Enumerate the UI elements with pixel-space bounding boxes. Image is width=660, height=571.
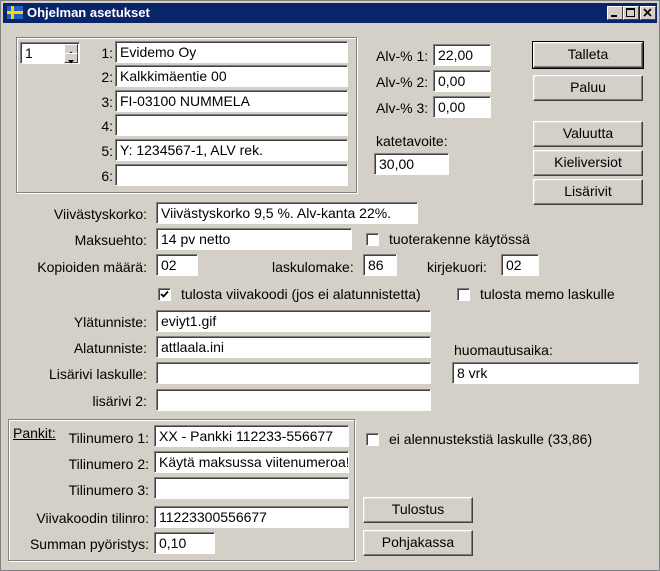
extra-lines-button[interactable]: Lisärivit bbox=[533, 179, 643, 205]
notice-time-input[interactable]: 8 vrk bbox=[452, 362, 639, 384]
company-line-5-num: 5: bbox=[101, 143, 113, 159]
invoice-form-label: laskulomake: bbox=[272, 259, 354, 275]
vat-3-input[interactable]: 0,00 bbox=[433, 96, 491, 118]
save-button[interactable]: Talleta bbox=[532, 41, 644, 69]
extra-line-invoice-input[interactable] bbox=[156, 362, 431, 384]
footer-label: Alatunniste: bbox=[73, 340, 147, 356]
languages-button[interactable]: Kieliversiot bbox=[533, 150, 643, 176]
window-title: Ohjelman asetukset bbox=[27, 5, 150, 20]
footer-input[interactable]: attlaala.ini bbox=[156, 336, 431, 358]
margin-target-input[interactable]: 30,00 bbox=[374, 153, 449, 175]
company-line-1-num: 1: bbox=[101, 45, 113, 61]
envelope-label: kirjekuori: bbox=[427, 259, 487, 275]
extra-line-2-label: lisärivi 2: bbox=[92, 393, 147, 409]
vat-2-label: Alv-% 2: bbox=[376, 74, 429, 90]
company-line-4-num: 4: bbox=[101, 118, 113, 134]
notice-time-label: huomautusaika: bbox=[454, 342, 553, 358]
currency-button[interactable]: Valuutta bbox=[533, 121, 643, 147]
invoice-form-input[interactable]: 86 bbox=[363, 254, 397, 276]
checkmark-icon bbox=[160, 290, 169, 298]
copies-input[interactable]: 02 bbox=[156, 254, 198, 276]
product-structure-checkbox[interactable] bbox=[366, 233, 379, 246]
settings-window: Ohjelman asetukset 1 1: Evidemo Oy 2: Ka… bbox=[0, 0, 660, 571]
vat-1-input[interactable]: 22,00 bbox=[433, 44, 491, 66]
company-spinner[interactable]: 1 bbox=[20, 42, 80, 64]
minimize-icon bbox=[611, 15, 617, 17]
arrow-down-icon bbox=[68, 60, 74, 64]
vat-1-label: Alv-% 1: bbox=[376, 48, 429, 64]
late-interest-label: Viivästyskorko: bbox=[53, 206, 147, 222]
header-input[interactable]: eviyt1.gif bbox=[156, 310, 431, 332]
banks-group-label: Pankit: bbox=[13, 425, 56, 441]
close-button[interactable] bbox=[640, 6, 656, 20]
spinner-down-button[interactable] bbox=[64, 53, 78, 64]
account-2-label: Tilinumero 2: bbox=[68, 456, 149, 472]
print-barcode-checkbox[interactable] bbox=[158, 288, 171, 301]
account-3-label: Tilinumero 3: bbox=[68, 482, 149, 498]
account-1-label: Tilinumero 1: bbox=[68, 430, 149, 446]
company-line-3-num: 3: bbox=[101, 94, 113, 110]
print-button[interactable]: Tulostus bbox=[363, 497, 473, 523]
product-structure-label: tuoterakenne käytössä bbox=[389, 231, 530, 247]
app-icon bbox=[7, 6, 23, 19]
vat-3-label: Alv-% 3: bbox=[376, 100, 429, 116]
company-line-5-input[interactable]: Y: 1234567-1, ALV rek. bbox=[115, 139, 348, 161]
vat-2-input[interactable]: 0,00 bbox=[433, 70, 491, 92]
account-1-input[interactable]: XX - Pankki 112233-556677 bbox=[154, 425, 349, 447]
close-icon bbox=[643, 8, 652, 17]
extra-line-invoice-label: Lisärivi laskulle: bbox=[48, 366, 147, 382]
print-barcode-label: tulosta viivakoodi (jos ei alatunnistett… bbox=[181, 286, 421, 302]
maximize-button[interactable] bbox=[623, 6, 639, 20]
company-line-2-input[interactable]: Kalkkimäentie 00 bbox=[115, 65, 348, 87]
copies-label: Kopioiden määrä: bbox=[37, 259, 147, 275]
maximize-icon bbox=[626, 8, 635, 17]
account-3-input[interactable] bbox=[154, 477, 349, 499]
company-line-4-input[interactable] bbox=[115, 114, 348, 136]
company-line-6-num: 6: bbox=[101, 168, 113, 184]
company-line-6-input[interactable] bbox=[115, 164, 348, 186]
print-memo-checkbox[interactable] bbox=[457, 288, 470, 301]
rounding-label: Summan pyöristys: bbox=[29, 536, 149, 552]
minimize-button[interactable] bbox=[607, 6, 623, 20]
barcode-account-label: Viivakoodin tilinro: bbox=[36, 510, 149, 526]
no-discount-text-label: ei alennustekstiä laskulle (33,86) bbox=[389, 431, 593, 447]
payment-term-input[interactable]: 14 pv netto bbox=[156, 228, 352, 250]
account-2-input[interactable]: Käytä maksussa viitenumeroa! bbox=[154, 451, 349, 473]
extra-line-2-input[interactable] bbox=[156, 389, 431, 411]
company-line-1-input[interactable]: Evidemo Oy bbox=[115, 41, 348, 63]
company-line-2-num: 2: bbox=[101, 69, 113, 85]
company-line-3-input[interactable]: FI-03100 NUMMELA bbox=[115, 90, 348, 112]
template-button[interactable]: Pohjakassa bbox=[363, 530, 473, 556]
barcode-account-input[interactable]: 11223300556677 bbox=[154, 506, 349, 528]
back-button[interactable]: Paluu bbox=[533, 75, 643, 101]
header-label: Ylätunniste: bbox=[73, 314, 147, 330]
no-discount-text-checkbox[interactable] bbox=[366, 433, 379, 446]
print-memo-label: tulosta memo laskulle bbox=[480, 286, 615, 302]
envelope-input[interactable]: 02 bbox=[501, 254, 539, 276]
title-bar: Ohjelman asetukset bbox=[3, 3, 657, 23]
late-interest-input[interactable]: Viivästyskorko 9,5 %. Alv-kanta 22%. bbox=[156, 202, 418, 224]
margin-target-label: katetavoite: bbox=[376, 133, 448, 149]
payment-term-label: Maksuehto: bbox=[74, 232, 147, 248]
rounding-input[interactable]: 0,10 bbox=[154, 532, 215, 554]
